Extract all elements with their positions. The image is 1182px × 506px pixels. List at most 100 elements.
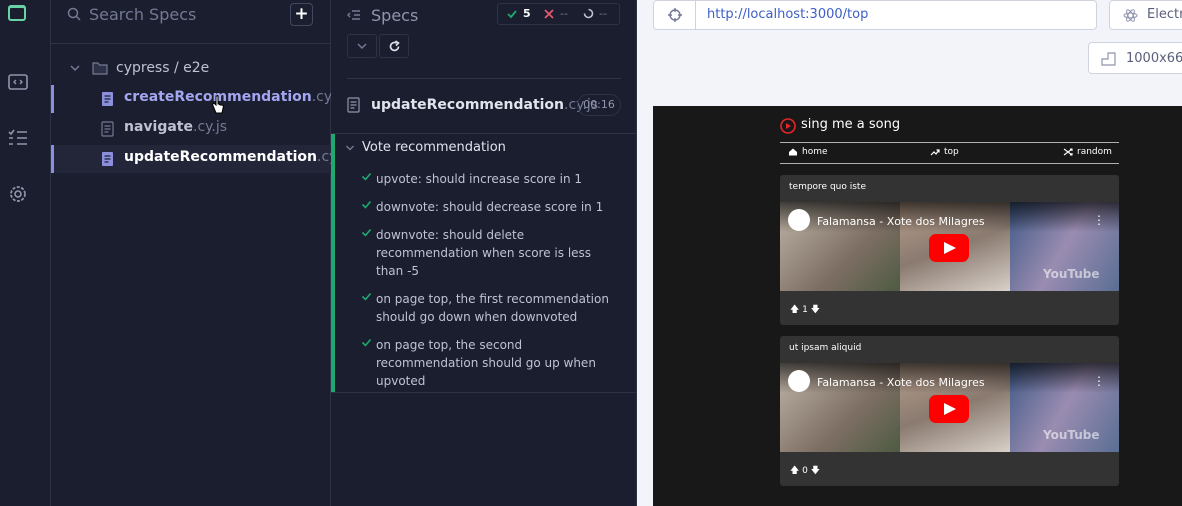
spec-name: createRecommendation.cy.js bbox=[124, 89, 346, 105]
check-icon bbox=[361, 338, 372, 347]
specs-list-icon[interactable] bbox=[7, 127, 29, 149]
video-title[interactable]: Falamansa - Xote dos Milagres bbox=[817, 376, 985, 389]
more-vert-icon[interactable]: ⋮ bbox=[1093, 374, 1105, 388]
recommendation-card: tempore quo iste Falamansa - Xote dos Mi… bbox=[780, 175, 1119, 325]
icon-rail bbox=[0, 0, 51, 506]
spec-name: updateRecommendation.cy.js bbox=[124, 149, 351, 165]
refresh-icon bbox=[389, 40, 400, 52]
pending-spinner-icon bbox=[583, 8, 594, 19]
rerun-button[interactable] bbox=[379, 34, 409, 58]
downvote-arrow-icon[interactable]: 🡇 bbox=[811, 466, 820, 476]
specs-panel: + cypress / e2e createRecommendation.cy.… bbox=[51, 0, 351, 506]
spec-base-name: updateRecommendation bbox=[124, 149, 318, 165]
score-value: 0 bbox=[802, 466, 808, 476]
running-spec-base: updateRecommendation bbox=[371, 97, 565, 113]
youtube-watermark[interactable]: YouTube bbox=[1043, 428, 1100, 442]
nav-home-label: home bbox=[802, 147, 828, 157]
chevron-down-icon bbox=[70, 65, 80, 72]
suite-title[interactable]: Vote recommendation bbox=[362, 140, 506, 155]
more-vert-icon[interactable]: ⋮ bbox=[1093, 213, 1105, 227]
upvote-arrow-icon[interactable]: 🡅 bbox=[790, 466, 799, 476]
trending-up-icon bbox=[930, 148, 940, 155]
spec-item-navigate[interactable]: navigate.cy.js bbox=[51, 115, 331, 143]
test-title: on page top, the second recommendation s… bbox=[376, 338, 596, 388]
mouse-cursor-icon bbox=[211, 95, 225, 114]
check-icon bbox=[361, 228, 372, 237]
cypress-logo-icon[interactable] bbox=[8, 5, 26, 21]
upvote-arrow-icon[interactable]: 🡅 bbox=[790, 305, 799, 315]
home-icon bbox=[789, 148, 797, 155]
test-title: downvote: should delete recommendation w… bbox=[376, 228, 592, 278]
expand-collapse-button[interactable] bbox=[347, 34, 377, 58]
vote-row: 🡅 1 🡇 bbox=[790, 302, 820, 318]
viewport-info-button[interactable]: 1000x660 bbox=[1088, 42, 1182, 74]
test-title: on page top, the first recommendation sh… bbox=[376, 292, 609, 324]
nav-random-label: random bbox=[1077, 147, 1112, 157]
channel-avatar[interactable] bbox=[788, 209, 810, 231]
folder-icon bbox=[92, 62, 108, 75]
downvote-arrow-icon[interactable]: 🡇 bbox=[811, 305, 820, 315]
youtube-watermark[interactable]: YouTube bbox=[1043, 267, 1100, 281]
ruler-icon bbox=[1101, 52, 1116, 66]
channel-avatar[interactable] bbox=[788, 370, 810, 392]
shuffle-icon bbox=[1063, 147, 1073, 156]
music-logo-icon bbox=[780, 118, 796, 134]
pending-count: -- bbox=[599, 7, 607, 20]
failed-count: -- bbox=[560, 7, 568, 20]
spec-item-createRecommendation[interactable]: createRecommendation.cy.js bbox=[51, 85, 346, 113]
divider bbox=[331, 133, 637, 134]
recommendation-name: ut ipsam aliquid bbox=[789, 343, 862, 353]
runs-icon[interactable] bbox=[7, 71, 29, 93]
spec-name: navigate.cy.js bbox=[124, 119, 227, 135]
spec-active-indicator bbox=[51, 85, 54, 113]
spec-base-name: navigate bbox=[124, 119, 193, 135]
duration-badge: 00:16 bbox=[577, 94, 621, 116]
crosshair-icon bbox=[668, 8, 682, 22]
url-bar[interactable]: http://localhost:3000/top bbox=[653, 0, 1097, 30]
nav-top[interactable]: top bbox=[930, 147, 959, 157]
youtube-embed[interactable]: Falamansa - Xote dos Milagres ⋮ YouTube bbox=[780, 363, 1119, 452]
check-icon bbox=[361, 172, 372, 181]
nav-home[interactable]: home bbox=[788, 147, 828, 157]
reporter-title: Specs bbox=[371, 6, 419, 25]
recommendation-name: tempore quo iste bbox=[789, 182, 866, 192]
settings-icon[interactable] bbox=[7, 183, 29, 205]
youtube-play-icon[interactable] bbox=[929, 234, 969, 262]
check-icon bbox=[361, 292, 372, 301]
score-value: 1 bbox=[802, 305, 808, 315]
spec-item-updateRecommendation[interactable]: updateRecommendation.cy.js bbox=[51, 145, 351, 173]
nav-top-label: top bbox=[944, 147, 959, 157]
collapse-specs-icon[interactable] bbox=[347, 8, 361, 22]
divider bbox=[331, 392, 637, 393]
youtube-play-icon[interactable] bbox=[929, 395, 969, 423]
browser-selector[interactable]: Electron bbox=[1109, 0, 1182, 30]
document-icon bbox=[102, 152, 113, 166]
app-under-test: sing me a song home top random tempore q… bbox=[653, 106, 1182, 506]
electron-icon bbox=[1123, 9, 1138, 22]
test-title: downvote: should decrease score in 1 bbox=[376, 200, 604, 214]
add-spec-button[interactable]: + bbox=[290, 3, 313, 26]
vote-row: 🡅 0 🡇 bbox=[790, 463, 820, 479]
failed-x-icon bbox=[544, 9, 554, 19]
video-title[interactable]: Falamansa - Xote dos Milagres bbox=[817, 215, 985, 228]
document-icon bbox=[102, 92, 113, 106]
selector-playground-button[interactable] bbox=[654, 1, 696, 29]
spec-active-indicator bbox=[51, 145, 54, 173]
search-input[interactable] bbox=[89, 2, 289, 26]
chevron-down-icon bbox=[357, 43, 367, 50]
youtube-embed[interactable]: Falamansa - Xote dos Milagres ⋮ YouTube bbox=[780, 202, 1119, 291]
chevron-down-icon bbox=[346, 145, 354, 151]
nav-random[interactable]: random bbox=[1063, 147, 1112, 157]
folder-label: cypress / e2e bbox=[116, 60, 210, 76]
browser-preview: http://localhost:3000/top Electron 1000x… bbox=[637, 0, 1182, 506]
document-icon bbox=[101, 121, 114, 137]
test-stats: 5 -- -- bbox=[497, 3, 620, 25]
folder-row[interactable]: cypress / e2e bbox=[51, 58, 331, 80]
app-title: sing me a song bbox=[801, 117, 901, 132]
browser-name: Electron bbox=[1147, 7, 1182, 22]
reporter-panel: Specs 5 -- -- updateRecommendation.cy.js… bbox=[331, 0, 637, 506]
recommendation-card: ut ipsam aliquid Falamansa - Xote dos Mi… bbox=[780, 336, 1119, 486]
test-title: upvote: should increase score in 1 bbox=[376, 172, 583, 186]
spec-extension: .cy.js bbox=[193, 119, 228, 135]
search-row: + bbox=[51, 0, 331, 44]
